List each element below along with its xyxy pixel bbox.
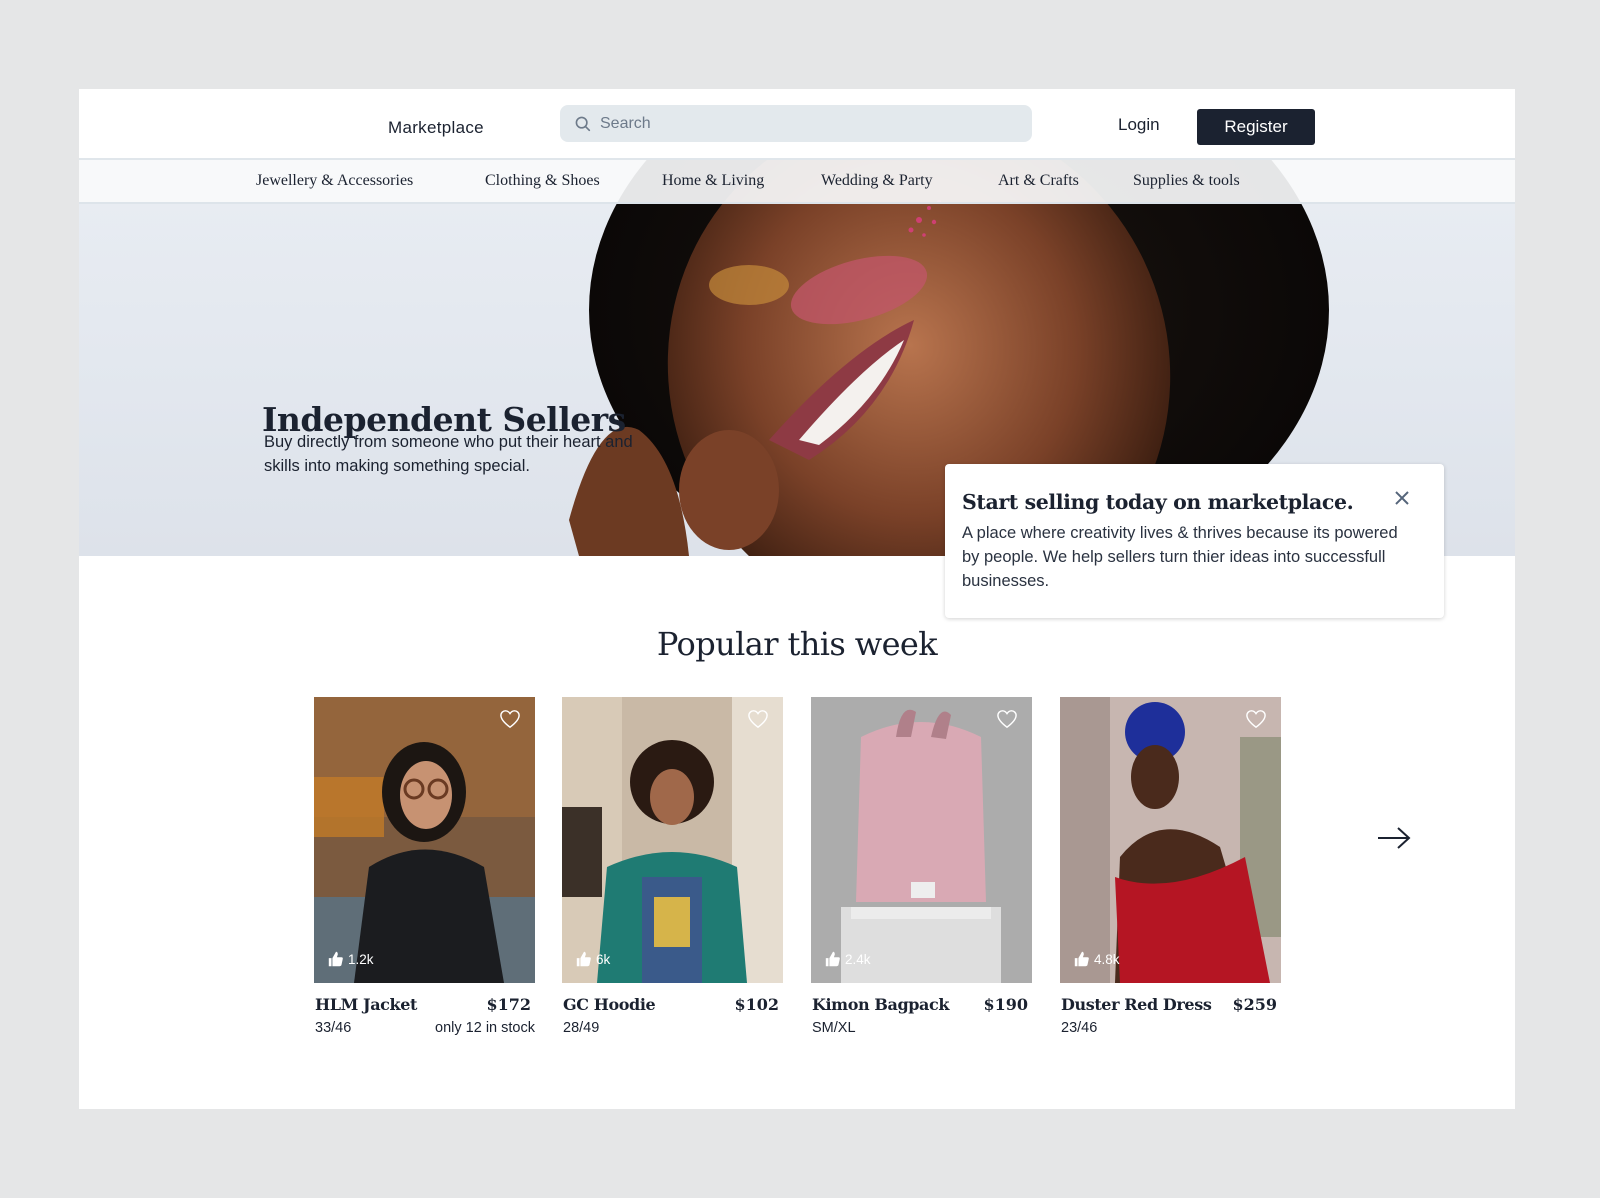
seller-promo-popup: Start selling today on marketplace. A pl…: [945, 464, 1444, 618]
heart-icon[interactable]: [499, 709, 521, 729]
product-name[interactable]: Duster Red Dress: [1061, 995, 1212, 1014]
product-photo-hoodie: [562, 697, 783, 983]
popup-body: A place where creativity lives & thrives…: [962, 524, 1398, 590]
product-photo-jacket: [314, 697, 535, 983]
likes-count: 4.8k: [1073, 950, 1120, 968]
register-button[interactable]: Register: [1197, 109, 1315, 145]
search-bar[interactable]: [560, 105, 1032, 142]
product-photo-backpack: [811, 697, 1032, 983]
heart-icon[interactable]: [1245, 709, 1267, 729]
top-header: Marketplace Login Register: [79, 89, 1515, 160]
hero-subtitle: Buy directly from someone who put their …: [264, 433, 633, 475]
product-card[interactable]: 2.4k Kimon Bagpack $190 SM/XL: [811, 697, 1032, 1036]
heart-icon[interactable]: [747, 709, 769, 729]
product-card[interactable]: 1.2k HLM Jacket $172 33/46 only 12 in st…: [314, 697, 535, 1036]
likes-count: 2.4k: [824, 950, 871, 968]
product-stock: only 12 in stock: [435, 1020, 535, 1036]
brand-logo[interactable]: Marketplace: [388, 118, 484, 138]
product-meta: SM/XL: [812, 1020, 856, 1036]
category-home-living[interactable]: Home & Living: [662, 172, 764, 190]
product-card[interactable]: 6k GC Hoodie $102 28/49: [562, 697, 783, 1036]
product-image[interactable]: 4.8k: [1060, 697, 1281, 983]
search-input[interactable]: [600, 114, 1020, 133]
product-price: $190: [983, 995, 1028, 1014]
product-image[interactable]: 2.4k: [811, 697, 1032, 983]
login-button[interactable]: Login: [1118, 115, 1160, 135]
category-art-crafts[interactable]: Art & Crafts: [998, 172, 1079, 190]
product-meta: 28/49: [563, 1020, 600, 1036]
likes-count: 6k: [575, 950, 610, 968]
page-frame: Independent Sellers Buy directly from so…: [79, 89, 1515, 1109]
thumbs-up-icon: [328, 951, 343, 967]
product-price: $259: [1232, 995, 1277, 1014]
product-image[interactable]: 1.2k: [314, 697, 535, 983]
product-meta: 23/46: [1061, 1020, 1098, 1036]
thumbs-up-icon: [1074, 951, 1089, 967]
product-name[interactable]: HLM Jacket: [315, 995, 417, 1014]
category-clothing[interactable]: Clothing & Shoes: [485, 172, 600, 190]
popular-section-title: Popular this week: [656, 625, 938, 663]
category-nav: Jewellery & Accessories Clothing & Shoes…: [79, 160, 1515, 204]
popup-title: Start selling today on marketplace.: [962, 490, 1354, 514]
product-name[interactable]: Kimon Bagpack: [812, 995, 949, 1014]
close-button[interactable]: [1392, 488, 1412, 508]
search-icon: [575, 116, 591, 131]
carousel-next-button[interactable]: [1376, 826, 1412, 850]
product-photo-dress: [1060, 697, 1281, 983]
arrow-right-icon: [1378, 827, 1411, 849]
close-icon: [1395, 491, 1409, 505]
thumbs-up-icon: [576, 951, 591, 967]
category-supplies[interactable]: Supplies & tools: [1133, 172, 1240, 190]
heart-icon[interactable]: [996, 709, 1018, 729]
product-meta: 33/46: [315, 1020, 352, 1036]
product-image[interactable]: 6k: [562, 697, 783, 983]
category-jewellery[interactable]: Jewellery & Accessories: [256, 172, 413, 190]
category-wedding[interactable]: Wedding & Party: [821, 172, 933, 190]
product-price: $172: [486, 995, 531, 1014]
product-price: $102: [734, 995, 779, 1014]
likes-count: 1.2k: [327, 950, 374, 968]
product-card[interactable]: 4.8k Duster Red Dress $259 23/46: [1060, 697, 1281, 1036]
product-name[interactable]: GC Hoodie: [563, 995, 656, 1014]
thumbs-up-icon: [825, 951, 840, 967]
